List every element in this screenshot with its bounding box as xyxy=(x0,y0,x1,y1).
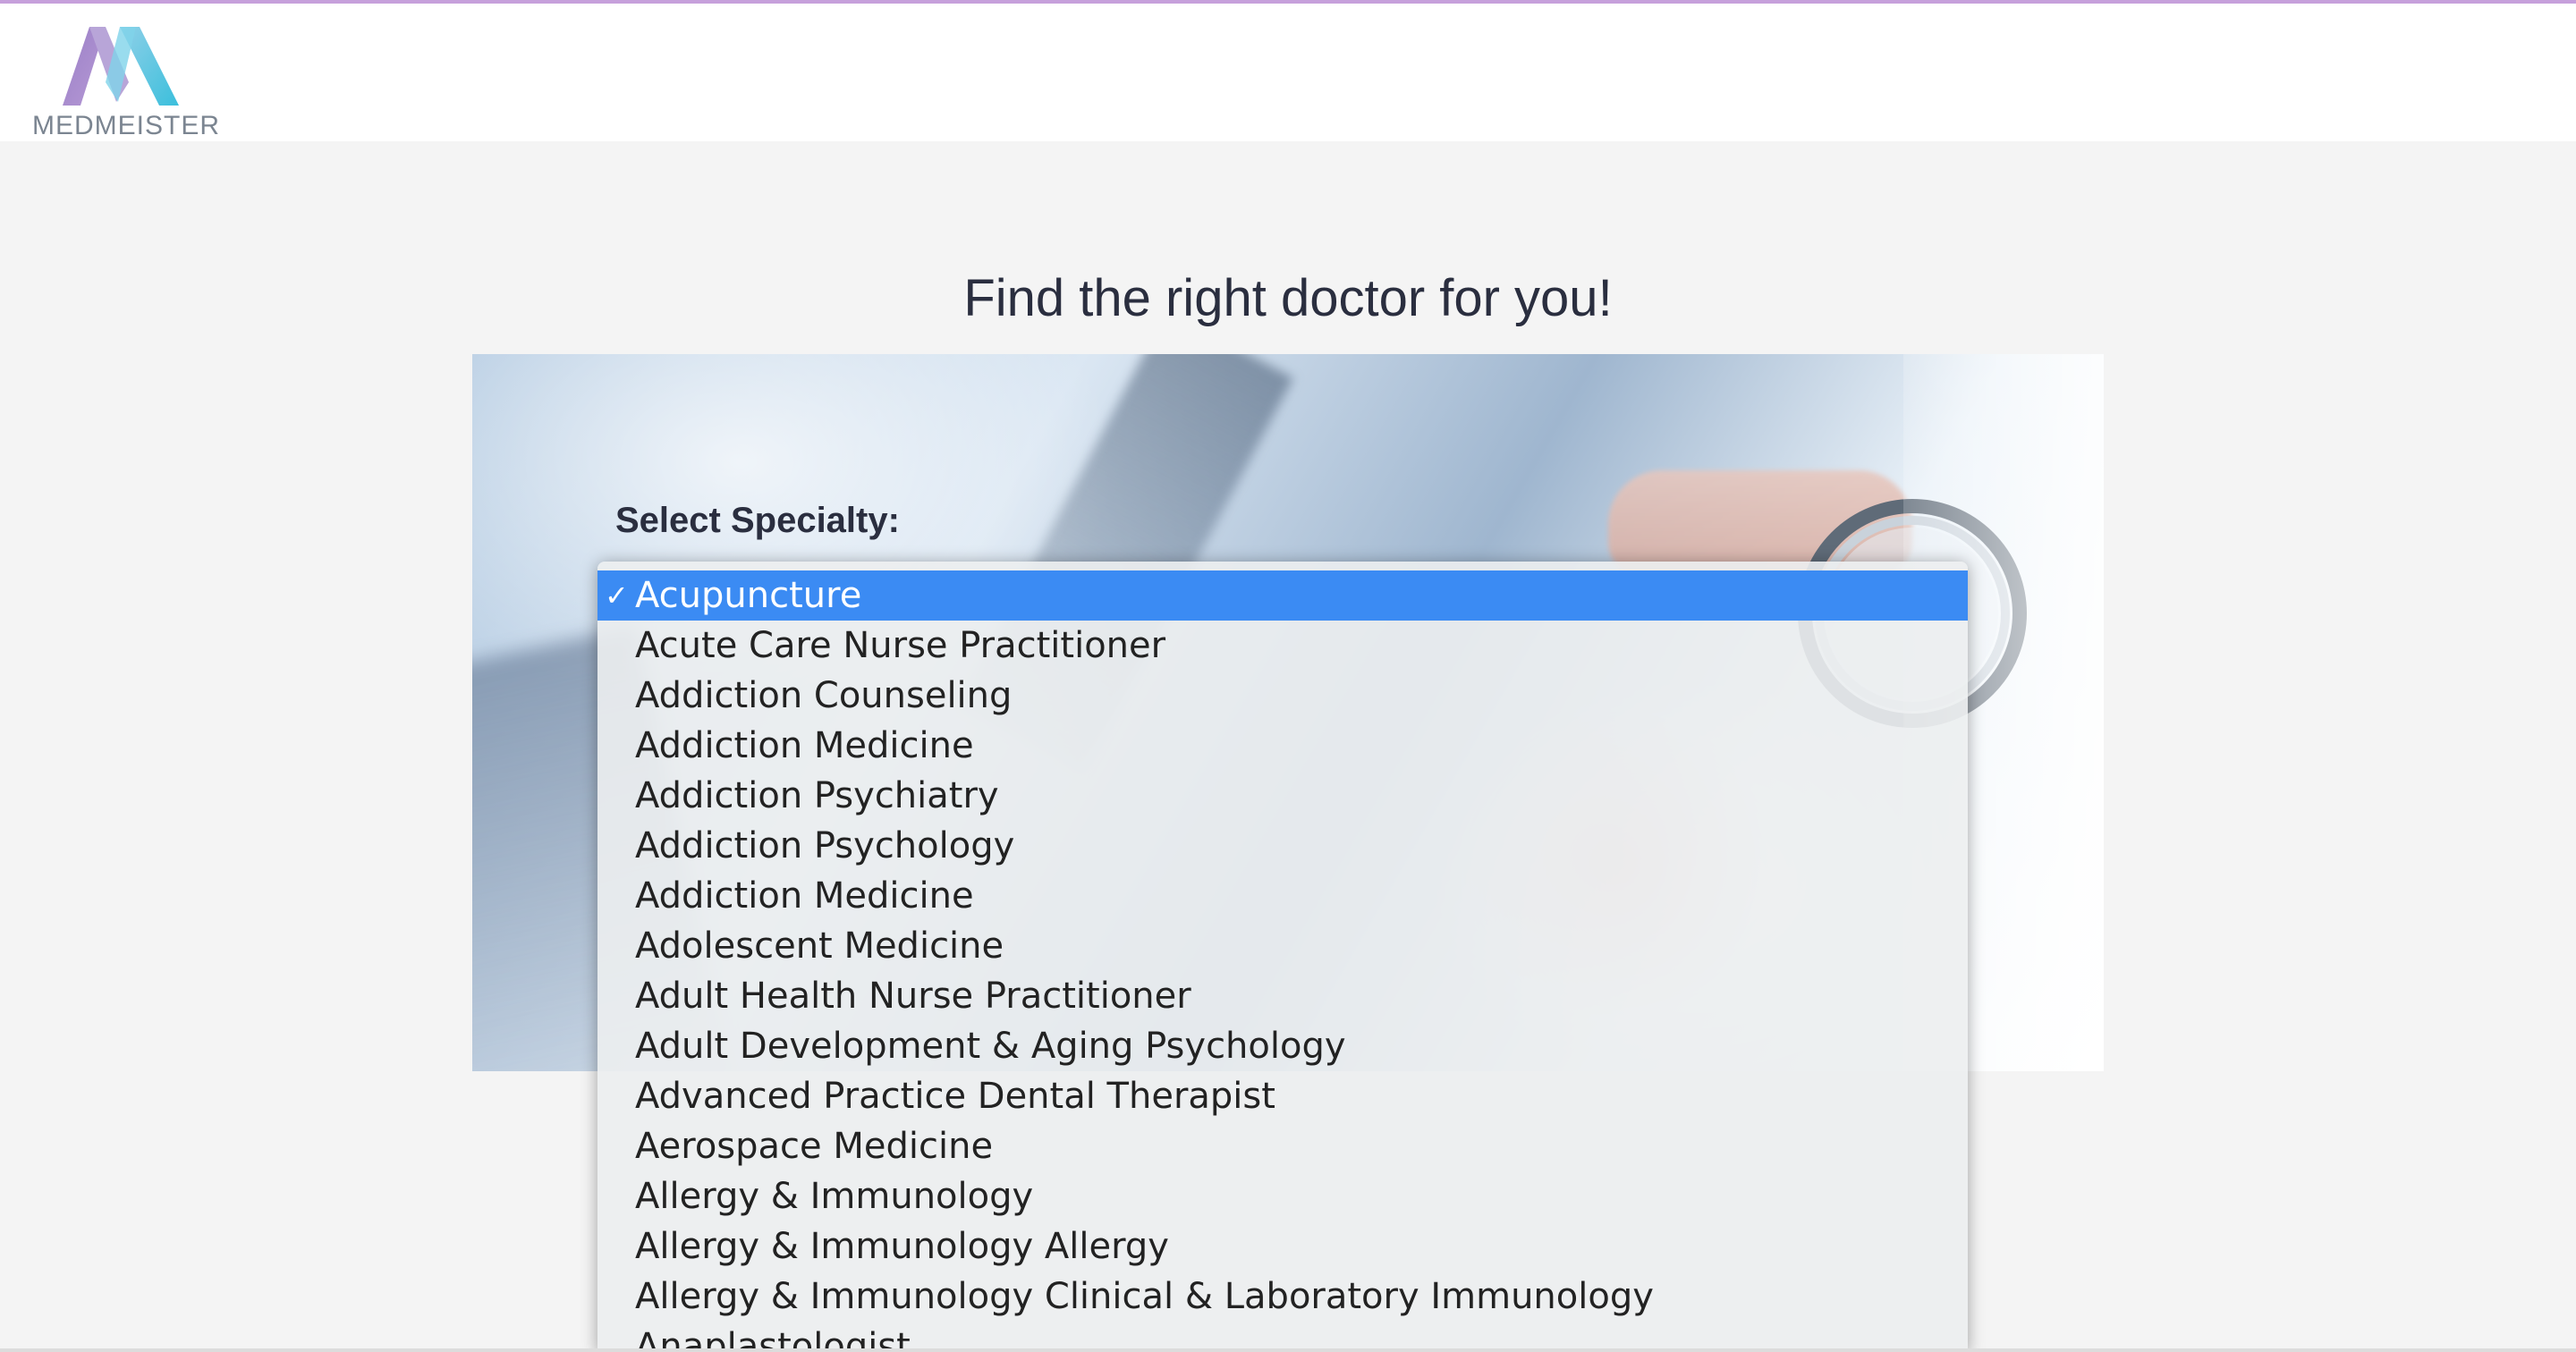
logo[interactable]: MEDMEISTER xyxy=(32,20,221,145)
specialty-option-label: Allergy & Immunology Allergy xyxy=(635,1226,1169,1267)
page-title: Find the right doctor for you! xyxy=(963,269,1613,327)
specialty-option-label: Addiction Counseling xyxy=(635,675,1013,716)
specialty-option[interactable]: ✓ Acupuncture xyxy=(597,570,1968,621)
specialty-option-label: Aerospace Medicine xyxy=(635,1126,994,1167)
logo-text: MEDMEISTER xyxy=(32,111,221,140)
specialty-option-label: Addiction Medicine xyxy=(635,875,974,917)
specialty-option[interactable]: Aerospace Medicine xyxy=(597,1121,1968,1171)
specialty-option[interactable]: Allergy & Immunology Clinical & Laborato… xyxy=(597,1272,1968,1322)
specialty-option[interactable]: Acute Care Nurse Practitioner xyxy=(597,621,1968,671)
specialty-option[interactable]: Addiction Counseling xyxy=(597,671,1968,721)
specialty-label: Select Specialty: xyxy=(615,501,900,540)
specialty-option[interactable]: Allergy & Immunology xyxy=(597,1171,1968,1221)
specialty-option[interactable]: Allergy & Immunology Allergy xyxy=(597,1221,1968,1272)
specialty-option-label: Allergy & Immunology Clinical & Laborato… xyxy=(635,1276,1654,1317)
specialty-option[interactable]: Adolescent Medicine xyxy=(597,921,1968,971)
site-header: MEDMEISTER xyxy=(0,4,2576,141)
specialty-option[interactable]: Anaplastologist xyxy=(597,1322,1968,1352)
specialty-option-label: Acupuncture xyxy=(635,575,862,616)
specialty-option-label: Addiction Medicine xyxy=(635,725,974,766)
specialty-option-label: Acute Care Nurse Practitioner xyxy=(635,625,1166,666)
specialty-option-label: Allergy & Immunology xyxy=(635,1176,1034,1217)
specialty-option[interactable]: Adult Development & Aging Psychology xyxy=(597,1021,1968,1071)
medmeister-logo-icon xyxy=(63,27,179,106)
checkmark-icon: ✓ xyxy=(605,579,629,613)
specialty-option-label: Addiction Psychology xyxy=(635,825,1015,866)
specialty-option-label: Addiction Psychiatry xyxy=(635,775,999,816)
specialty-option[interactable]: Addiction Medicine xyxy=(597,871,1968,921)
specialty-option-label: Adolescent Medicine xyxy=(635,925,1004,967)
specialty-option-label: Adult Health Nurse Practitioner xyxy=(635,976,1191,1017)
specialty-option[interactable]: Addiction Medicine xyxy=(597,721,1968,771)
specialty-dropdown-list[interactable]: ✓ Acupuncture Acute Care Nurse Practitione… xyxy=(597,562,1968,1352)
specialty-option-label: Adult Development & Aging Psychology xyxy=(635,1026,1346,1067)
specialty-option[interactable]: Adult Health Nurse Practitioner xyxy=(597,971,1968,1021)
specialty-option[interactable]: Addiction Psychology xyxy=(597,821,1968,871)
specialty-option[interactable]: Addiction Psychiatry xyxy=(597,771,1968,821)
specialty-option[interactable]: Advanced Practice Dental Therapist xyxy=(597,1071,1968,1121)
page-bottom-border xyxy=(0,1348,2576,1352)
specialty-option-label: Advanced Practice Dental Therapist xyxy=(635,1076,1275,1117)
